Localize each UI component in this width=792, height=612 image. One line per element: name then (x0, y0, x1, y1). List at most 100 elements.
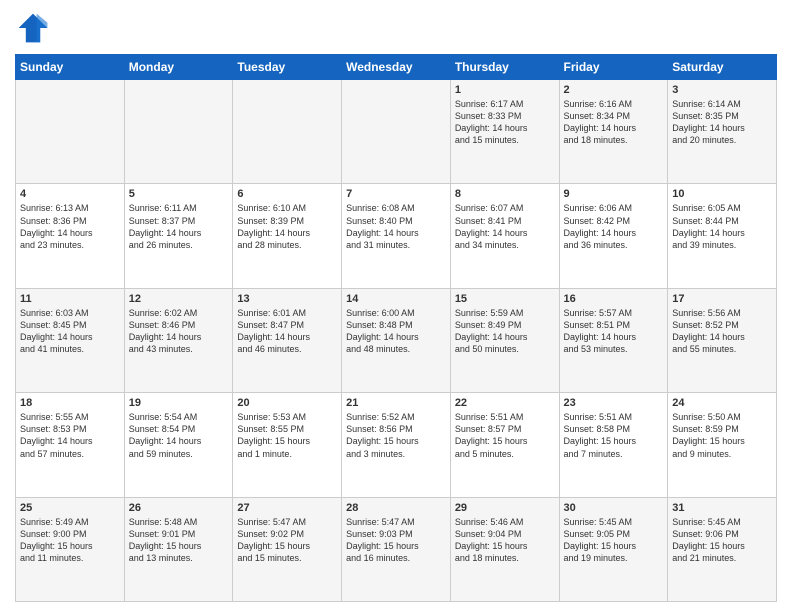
day-cell-6: 6 Sunrise: 6:10 AM Sunset: 8:39 PM Daylig… (233, 184, 342, 288)
day-cell-19: 19 Sunrise: 5:54 AM Sunset: 8:54 PM Dayli… (124, 393, 233, 497)
day-info: Sunrise: 5:48 AM Sunset: 9:01 PM Dayligh… (129, 516, 229, 565)
day-info: Sunrise: 6:02 AM Sunset: 8:46 PM Dayligh… (129, 307, 229, 356)
day-info: Sunrise: 5:47 AM Sunset: 9:03 PM Dayligh… (346, 516, 446, 565)
day-number: 14 (346, 293, 446, 305)
day-info: Sunrise: 5:50 AM Sunset: 8:59 PM Dayligh… (672, 411, 772, 460)
day-cell-empty-1 (124, 80, 233, 184)
day-number: 17 (672, 293, 772, 305)
day-cell-16: 16 Sunrise: 5:57 AM Sunset: 8:51 PM Dayli… (559, 288, 668, 392)
day-info: Sunrise: 6:03 AM Sunset: 8:45 PM Dayligh… (20, 307, 120, 356)
day-info: Sunrise: 6:06 AM Sunset: 8:42 PM Dayligh… (564, 202, 664, 251)
day-number: 24 (672, 397, 772, 409)
day-number: 5 (129, 188, 229, 200)
day-info: Sunrise: 6:07 AM Sunset: 8:41 PM Dayligh… (455, 202, 555, 251)
day-cell-11: 11 Sunrise: 6:03 AM Sunset: 8:45 PM Dayli… (16, 288, 125, 392)
day-number: 26 (129, 502, 229, 514)
day-info: Sunrise: 5:47 AM Sunset: 9:02 PM Dayligh… (237, 516, 337, 565)
day-info: Sunrise: 6:01 AM Sunset: 8:47 PM Dayligh… (237, 307, 337, 356)
day-cell-15: 15Sunrise: 5:59 AM Sunset: 8:49 PM Dayli… (450, 288, 559, 392)
day-info: Sunrise: 5:56 AM Sunset: 8:52 PM Dayligh… (672, 307, 772, 356)
day-number: 7 (346, 188, 446, 200)
day-cell-27: 27 Sunrise: 5:47 AM Sunset: 9:02 PM Dayli… (233, 497, 342, 601)
day-number: 25 (20, 502, 120, 514)
day-number: 16 (564, 293, 664, 305)
day-cell-31: 31Sunrise: 5:45 AM Sunset: 9:06 PM Dayli… (668, 497, 777, 601)
day-info: Sunrise: 5:57 AM Sunset: 8:51 PM Dayligh… (564, 307, 664, 356)
day-info: Sunrise: 6:00 AM Sunset: 8:48 PM Dayligh… (346, 307, 446, 356)
day-cell-13: 13Sunrise: 6:01 AM Sunset: 8:47 PM Dayli… (233, 288, 342, 392)
day-cell-22: 22 Sunrise: 5:51 AM Sunset: 8:57 PM Dayli… (450, 393, 559, 497)
day-info: Sunrise: 6:14 AM Sunset: 8:35 PM Dayligh… (672, 98, 772, 147)
day-cell-26: 26 Sunrise: 5:48 AM Sunset: 9:01 PM Dayli… (124, 497, 233, 601)
day-info: Sunrise: 6:08 AM Sunset: 8:40 PM Dayligh… (346, 202, 446, 251)
day-cell-empty-2 (233, 80, 342, 184)
week-row-4: 18 Sunrise: 5:55 AM Sunset: 8:53 PM Dayli… (16, 393, 777, 497)
day-number: 6 (237, 188, 337, 200)
day-info: Sunrise: 5:55 AM Sunset: 8:53 PM Dayligh… (20, 411, 120, 460)
day-cell-28: 28 Sunrise: 5:47 AM Sunset: 9:03 PM Dayli… (342, 497, 451, 601)
day-number: 9 (564, 188, 664, 200)
day-number: 11 (20, 293, 120, 305)
day-number: 27 (237, 502, 337, 514)
day-cell-24: 24 Sunrise: 5:50 AM Sunset: 8:59 PM Dayli… (668, 393, 777, 497)
weekday-header-friday: Friday (559, 55, 668, 80)
day-number: 30 (564, 502, 664, 514)
day-cell-21: 21 Sunrise: 5:52 AM Sunset: 8:56 PM Dayli… (342, 393, 451, 497)
day-info: Sunrise: 6:13 AM Sunset: 8:36 PM Dayligh… (20, 202, 120, 251)
day-cell-empty-3 (342, 80, 451, 184)
day-number: 21 (346, 397, 446, 409)
day-number: 20 (237, 397, 337, 409)
day-info: Sunrise: 5:45 AM Sunset: 9:05 PM Dayligh… (564, 516, 664, 565)
weekday-header-tuesday: Tuesday (233, 55, 342, 80)
day-cell-5: 5 Sunrise: 6:11 AM Sunset: 8:37 PM Daylig… (124, 184, 233, 288)
header (15, 10, 777, 46)
day-info: Sunrise: 6:05 AM Sunset: 8:44 PM Dayligh… (672, 202, 772, 251)
day-cell-empty-0 (16, 80, 125, 184)
day-info: Sunrise: 6:10 AM Sunset: 8:39 PM Dayligh… (237, 202, 337, 251)
day-cell-20: 20 Sunrise: 5:53 AM Sunset: 8:55 PM Dayli… (233, 393, 342, 497)
weekday-header-wednesday: Wednesday (342, 55, 451, 80)
day-info: Sunrise: 5:51 AM Sunset: 8:57 PM Dayligh… (455, 411, 555, 460)
day-info: Sunrise: 5:52 AM Sunset: 8:56 PM Dayligh… (346, 411, 446, 460)
day-cell-4: 4 Sunrise: 6:13 AM Sunset: 8:36 PM Daylig… (16, 184, 125, 288)
day-info: Sunrise: 5:51 AM Sunset: 8:58 PM Dayligh… (564, 411, 664, 460)
day-info: Sunrise: 6:11 AM Sunset: 8:37 PM Dayligh… (129, 202, 229, 251)
day-cell-10: 10Sunrise: 6:05 AM Sunset: 8:44 PM Dayli… (668, 184, 777, 288)
logo (15, 10, 55, 46)
day-number: 2 (564, 84, 664, 96)
week-row-5: 25Sunrise: 5:49 AM Sunset: 9:00 PM Dayli… (16, 497, 777, 601)
calendar-table: SundayMondayTuesdayWednesdayThursdayFrid… (15, 54, 777, 602)
day-info: Sunrise: 5:46 AM Sunset: 9:04 PM Dayligh… (455, 516, 555, 565)
day-number: 4 (20, 188, 120, 200)
day-cell-29: 29Sunrise: 5:46 AM Sunset: 9:04 PM Dayli… (450, 497, 559, 601)
day-cell-9: 9 Sunrise: 6:06 AM Sunset: 8:42 PM Daylig… (559, 184, 668, 288)
weekday-header-row: SundayMondayTuesdayWednesdayThursdayFrid… (16, 55, 777, 80)
day-number: 28 (346, 502, 446, 514)
day-number: 23 (564, 397, 664, 409)
day-info: Sunrise: 5:53 AM Sunset: 8:55 PM Dayligh… (237, 411, 337, 460)
day-info: Sunrise: 5:54 AM Sunset: 8:54 PM Dayligh… (129, 411, 229, 460)
day-number: 19 (129, 397, 229, 409)
day-cell-14: 14 Sunrise: 6:00 AM Sunset: 8:48 PM Dayli… (342, 288, 451, 392)
day-cell-3: 3 Sunrise: 6:14 AM Sunset: 8:35 PM Daylig… (668, 80, 777, 184)
day-cell-1: 1Sunrise: 6:17 AM Sunset: 8:33 PM Daylig… (450, 80, 559, 184)
week-row-1: 1Sunrise: 6:17 AM Sunset: 8:33 PM Daylig… (16, 80, 777, 184)
day-number: 12 (129, 293, 229, 305)
day-number: 3 (672, 84, 772, 96)
day-cell-7: 7 Sunrise: 6:08 AM Sunset: 8:40 PM Daylig… (342, 184, 451, 288)
day-number: 8 (455, 188, 555, 200)
day-info: Sunrise: 6:17 AM Sunset: 8:33 PM Dayligh… (455, 98, 555, 147)
weekday-header-monday: Monday (124, 55, 233, 80)
day-cell-25: 25Sunrise: 5:49 AM Sunset: 9:00 PM Dayli… (16, 497, 125, 601)
weekday-header-saturday: Saturday (668, 55, 777, 80)
week-row-2: 4 Sunrise: 6:13 AM Sunset: 8:36 PM Daylig… (16, 184, 777, 288)
day-number: 22 (455, 397, 555, 409)
logo-icon (15, 10, 51, 46)
day-info: Sunrise: 5:45 AM Sunset: 9:06 PM Dayligh… (672, 516, 772, 565)
day-number: 18 (20, 397, 120, 409)
day-cell-8: 8 Sunrise: 6:07 AM Sunset: 8:41 PM Daylig… (450, 184, 559, 288)
day-cell-12: 12 Sunrise: 6:02 AM Sunset: 8:46 PM Dayli… (124, 288, 233, 392)
day-cell-18: 18 Sunrise: 5:55 AM Sunset: 8:53 PM Dayli… (16, 393, 125, 497)
day-cell-30: 30 Sunrise: 5:45 AM Sunset: 9:05 PM Dayli… (559, 497, 668, 601)
day-info: Sunrise: 5:59 AM Sunset: 8:49 PM Dayligh… (455, 307, 555, 356)
